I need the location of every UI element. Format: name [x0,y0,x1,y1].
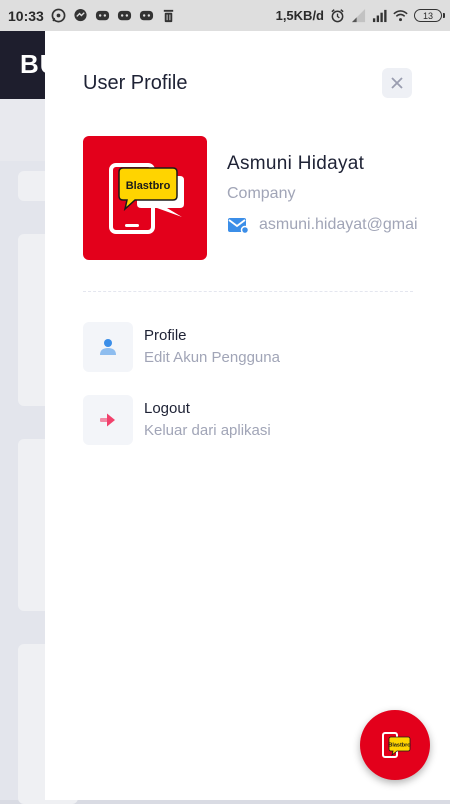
menu-item-subtitle: Edit Akun Pengguna [144,349,280,366]
signal-icon [351,8,366,23]
status-bar: 10:33 1,5KB/d 13 [0,0,450,31]
blastbro-fab-button[interactable]: Blastbro [360,710,430,780]
whatsapp-icon [51,8,66,23]
divider [83,291,413,292]
drawer-title: User Profile [83,72,188,94]
wifi-icon [393,10,408,22]
discord-icon [117,10,131,21]
messenger-icon [74,8,87,22]
network-speed: 1,5KB/d [275,8,324,23]
alarm-icon [331,9,344,23]
menu-icon-container [83,395,133,445]
status-bar-right: 1,5KB/d 13 [275,8,445,23]
signal-icon [372,9,387,23]
menu-item-title: Profile [144,327,187,344]
status-time: 10:33 [8,7,44,24]
user-name: Asmuni Hidayat [227,153,365,174]
blastbro-logo-icon: Blastbro [382,732,411,758]
menu-item-profile[interactable]: Profile Edit Akun Pengguna [83,322,413,372]
mail-icon [228,218,249,234]
menu-item-subtitle: Keluar dari aplikasi [144,422,271,439]
discord-icon [95,10,109,21]
arrow-right-icon [100,413,115,427]
blastbro-logo: Blastbro [109,163,184,234]
avatar-brand-text: Blastbro [126,180,171,192]
email-row: asmuni.hidayat@gmai [227,216,418,234]
battery-icon: 13 [414,9,445,22]
user-role: Company [227,185,296,202]
menu-item-logout[interactable]: Logout Keluar dari aplikasi [83,395,413,445]
user-profile-drawer: User Profile Blastbro Asmuni Hidayat Com… [45,31,450,800]
user-icon [100,339,116,355]
menu-item-title: Logout [144,400,190,417]
trash-icon [163,9,173,23]
avatar: Blastbro [83,136,207,260]
menu-icon-container [83,322,133,372]
user-email: asmuni.hidayat@gmai [259,216,418,233]
battery-level: 13 [422,10,433,21]
status-bar-left: 10:33 [8,8,176,24]
close-button[interactable] [382,68,412,98]
discord-icon [139,10,153,21]
close-icon [391,77,403,89]
fab-brand-text: Blastbro [388,743,411,749]
